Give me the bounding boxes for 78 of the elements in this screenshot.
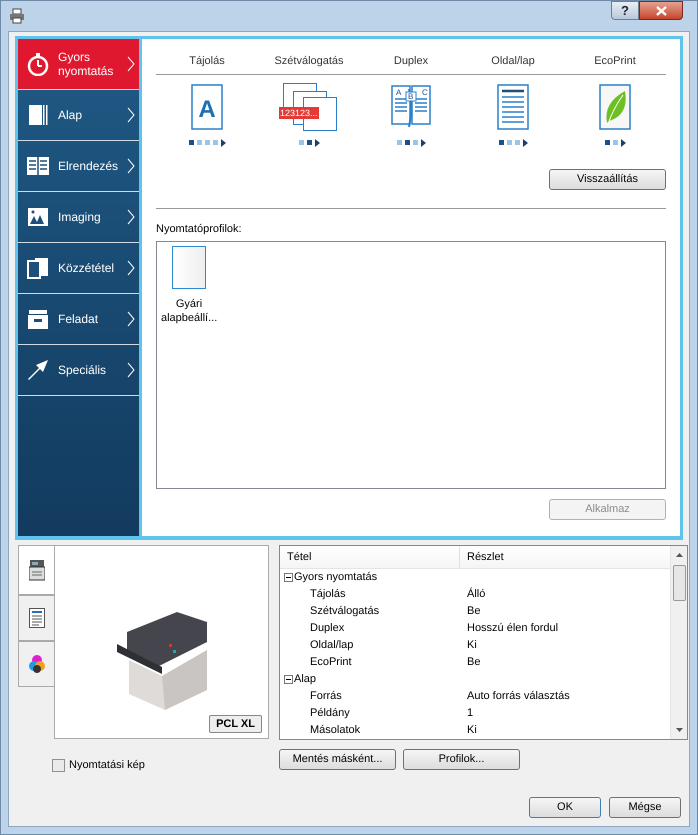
color-balls-icon [28, 654, 44, 674]
arrow-right-icon[interactable] [314, 138, 320, 146]
close-icon [656, 6, 666, 16]
side-tab[interactable] [18, 595, 54, 641]
column-header[interactable]: Tétel [280, 546, 460, 568]
arrow-right-icon[interactable] [420, 138, 426, 146]
item-name: Tájolás [309, 587, 346, 602]
profile-item[interactable]: Gyári alapbeállí... [161, 246, 217, 484]
item-value: 1 [466, 706, 474, 722]
printer-icon [9, 8, 25, 24]
scroll-down-icon[interactable] [676, 728, 682, 732]
chevron-right-icon [127, 158, 135, 174]
side-tab[interactable] [18, 545, 54, 595]
sidebar-item[interactable]: Imaging [18, 192, 139, 243]
item-value: Ki [466, 723, 477, 738]
profile-action-button[interactable]: Mentés másként... [279, 749, 396, 770]
setting-label: Tájolás [188, 54, 226, 69]
setting-label: Duplex [392, 54, 430, 69]
help-button[interactable]: ? [611, 1, 639, 20]
item-value: Be [466, 604, 480, 620]
chevron-right-icon [127, 107, 135, 123]
item-name: Duplex [309, 621, 346, 636]
sidebar-item[interactable]: Feladat [18, 294, 139, 345]
chevron-right-icon [127, 362, 135, 378]
setting-label: EcoPrint [593, 54, 637, 69]
sidebar-item[interactable]: Elrendezés [18, 141, 139, 192]
dialog-button[interactable]: Mégse [609, 797, 681, 818]
profile-action-button[interactable]: Profilok... [403, 749, 520, 770]
scrollbar[interactable] [670, 546, 687, 739]
tray-icon [26, 307, 50, 331]
booklet-icon [26, 256, 50, 280]
collapse-toggle[interactable] [284, 675, 293, 684]
item-value: Ki [466, 638, 477, 654]
reset-button[interactable]: Visszaállítás [549, 168, 666, 190]
sidebar-item[interactable]: Speciális [18, 345, 139, 396]
item-value: Hosszú élen fordul [466, 621, 558, 636]
checkbox-label: Nyomtatási kép [69, 758, 145, 773]
arrow-right-icon[interactable] [522, 138, 528, 146]
chevron-right-icon [127, 56, 135, 72]
document-icon [28, 608, 44, 628]
group-name: Alap [294, 672, 316, 688]
stopwatch-icon [26, 52, 50, 76]
chevron-right-icon [127, 260, 135, 276]
group-name: Gyors nyomtatás [294, 570, 378, 586]
image-icon [26, 205, 50, 229]
item-value: Be [466, 655, 480, 670]
item-name: Forrás [309, 689, 343, 704]
page-icon [26, 103, 50, 127]
item-name: Szétválogatás [309, 604, 380, 620]
item-value: Auto forrás választás [466, 689, 570, 704]
side-tab[interactable] [18, 641, 54, 687]
collapse-toggle[interactable] [284, 573, 293, 582]
chevron-right-icon [127, 209, 135, 225]
sidebar-item[interactable]: Alap [18, 90, 139, 141]
close-button[interactable] [639, 1, 683, 20]
arrow-right-icon[interactable] [620, 138, 626, 146]
setting-label: Oldal/lap [490, 54, 536, 69]
profiles-label: Nyomtatóprofilok: [156, 222, 243, 236]
printer-icon [28, 559, 44, 581]
item-name: Oldal/lap [309, 638, 354, 654]
setting-label: Szétválogatás [273, 54, 345, 69]
item-name: EcoPrint [309, 655, 353, 670]
layout-grid-icon [26, 154, 50, 178]
diagonal-arrow-icon [26, 358, 50, 382]
scroll-thumb[interactable] [672, 565, 686, 601]
chevron-right-icon [127, 311, 135, 327]
blank-page-icon [172, 246, 206, 289]
sidebar-item[interactable]: Közzététel [18, 243, 139, 294]
item-name: Példány [309, 706, 351, 722]
arrow-right-icon[interactable] [220, 138, 226, 146]
column-header[interactable]: Részlet [460, 546, 670, 568]
item-name: Másolatok [309, 723, 362, 738]
language-badge: PCL XL [209, 715, 262, 733]
item-value: Álló [466, 586, 486, 602]
scroll-up-icon[interactable] [676, 553, 682, 557]
dialog-button[interactable]: OK [529, 797, 601, 818]
sidebar-item[interactable]: Gyors nyomtatás [18, 39, 139, 90]
checkbox[interactable] [52, 758, 65, 772]
